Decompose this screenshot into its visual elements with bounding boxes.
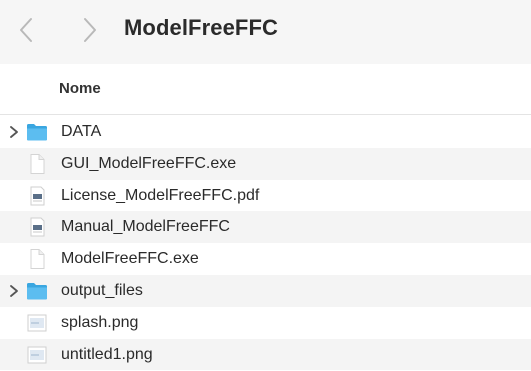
- pdf-file-icon: [26, 185, 48, 207]
- disclosure-chevron-icon[interactable]: [8, 125, 20, 139]
- file-row[interactable]: output_files: [0, 274, 531, 307]
- back-button[interactable]: [12, 14, 40, 46]
- file-row[interactable]: untitled1.png: [0, 338, 531, 371]
- forward-button[interactable]: [76, 14, 104, 46]
- file-row[interactable]: ModelFreeFFC.exe: [0, 243, 531, 275]
- folder-icon: [26, 280, 48, 302]
- file-row[interactable]: Manual_ModelFreeFFC: [0, 211, 531, 244]
- file-name: GUI_ModelFreeFFC.exe: [61, 154, 237, 172]
- file-list: DATA GUI_ModelFreeFFC.exe License_ModelF…: [0, 116, 531, 371]
- file-name: Manual_ModelFreeFFC: [61, 218, 230, 236]
- file-name: ModelFreeFFC.exe: [61, 250, 199, 268]
- file-name: output_files: [61, 281, 143, 299]
- pdf-file-icon: [26, 216, 48, 238]
- toolbar: ModelFreeFFC: [0, 0, 531, 64]
- name-column-header[interactable]: Nome: [59, 80, 101, 97]
- image-file-icon: [26, 312, 48, 334]
- window-title: ModelFreeFFC: [124, 15, 278, 40]
- file-name: DATA: [61, 123, 102, 140]
- file-row[interactable]: splash.png: [0, 307, 531, 339]
- image-file-icon: [26, 344, 48, 366]
- chevron-right-icon: [84, 18, 96, 42]
- exe-file-icon: [26, 153, 48, 175]
- file-row[interactable]: DATA: [0, 116, 531, 148]
- folder-icon: [26, 121, 48, 143]
- disclosure-chevron-icon[interactable]: [8, 284, 20, 298]
- exe-file-icon: [26, 248, 48, 270]
- file-name: License_ModelFreeFFC.pdf: [61, 186, 260, 204]
- file-name: untitled1.png: [61, 345, 153, 363]
- chevron-left-icon: [20, 18, 32, 42]
- file-row[interactable]: License_ModelFreeFFC.pdf: [0, 180, 531, 212]
- column-header: Nome: [0, 64, 531, 115]
- file-row[interactable]: GUI_ModelFreeFFC.exe: [0, 147, 531, 180]
- file-name: splash.png: [61, 313, 139, 331]
